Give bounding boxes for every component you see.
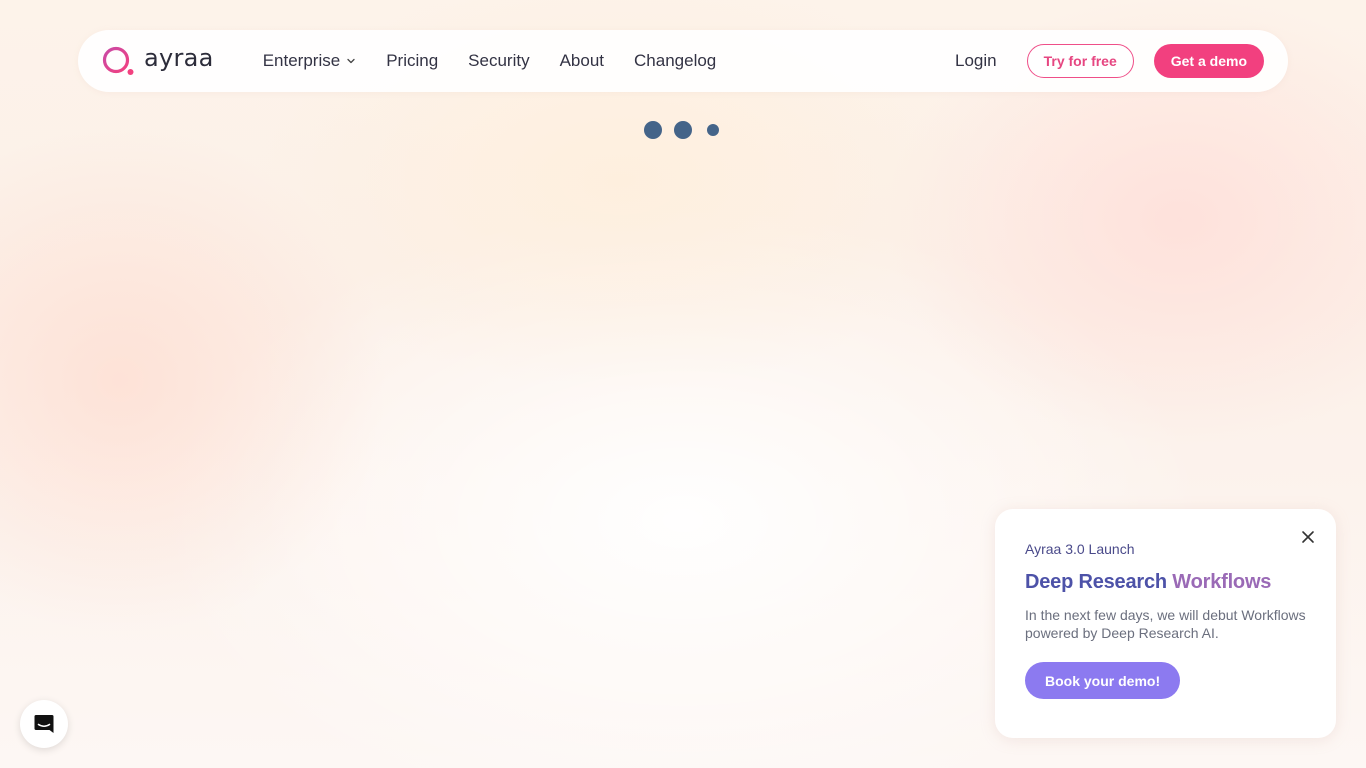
book-your-demo-button[interactable]: Book your demo!	[1025, 662, 1181, 699]
nav-item-label: Security	[468, 51, 530, 70]
nav-item-security[interactable]: Security	[468, 51, 529, 71]
ayraa-logo[interactable]: ayraa	[102, 44, 214, 77]
launch-announcement-popup: Ayraa 3.0 Launch Deep Research Workflows…	[995, 509, 1336, 738]
nav-item-label: Enterprise	[262, 51, 341, 70]
nav-item-about[interactable]: About	[560, 51, 604, 71]
try-for-free-button[interactable]: Try for free	[1026, 44, 1134, 78]
popup-title: Deep Research Workflows	[1025, 571, 1306, 594]
nav-links: Enterprise Pricing Security About Change…	[263, 51, 717, 71]
nav-item-label: Pricing	[386, 51, 439, 70]
popup-body: In the next few days, we will debut Work…	[1025, 607, 1306, 641]
loading-dots-icon	[643, 120, 723, 140]
loading-dot	[644, 121, 662, 139]
get-a-demo-button[interactable]: Get a demo	[1153, 44, 1264, 78]
chevron-down-icon	[347, 58, 355, 64]
popup-title-part2: Workflows	[1172, 571, 1272, 593]
chat-launcher-button[interactable]	[20, 700, 68, 748]
nav-item-enterprise[interactable]: Enterprise	[263, 51, 356, 71]
login-link[interactable]: Login	[955, 51, 997, 71]
popup-title-part1: Deep Research	[1025, 571, 1167, 593]
chat-bubble-icon	[34, 715, 54, 733]
popup-eyebrow: Ayraa 3.0 Launch	[1025, 541, 1135, 557]
ring-dot-logo-icon	[102, 45, 136, 77]
loading-dot	[674, 121, 692, 139]
nav-item-label: Changelog	[634, 51, 717, 70]
nav-item-pricing[interactable]: Pricing	[386, 51, 438, 71]
brand-name: ayraa	[144, 44, 214, 72]
nav-item-label: About	[559, 51, 605, 70]
close-icon[interactable]	[1300, 529, 1316, 545]
top-navbar: ayraa Enterprise Pricing Security About …	[78, 30, 1288, 92]
nav-actions: Login Try for free Get a demo	[955, 44, 1264, 78]
nav-item-changelog[interactable]: Changelog	[634, 51, 716, 71]
loading-dot	[707, 124, 719, 136]
